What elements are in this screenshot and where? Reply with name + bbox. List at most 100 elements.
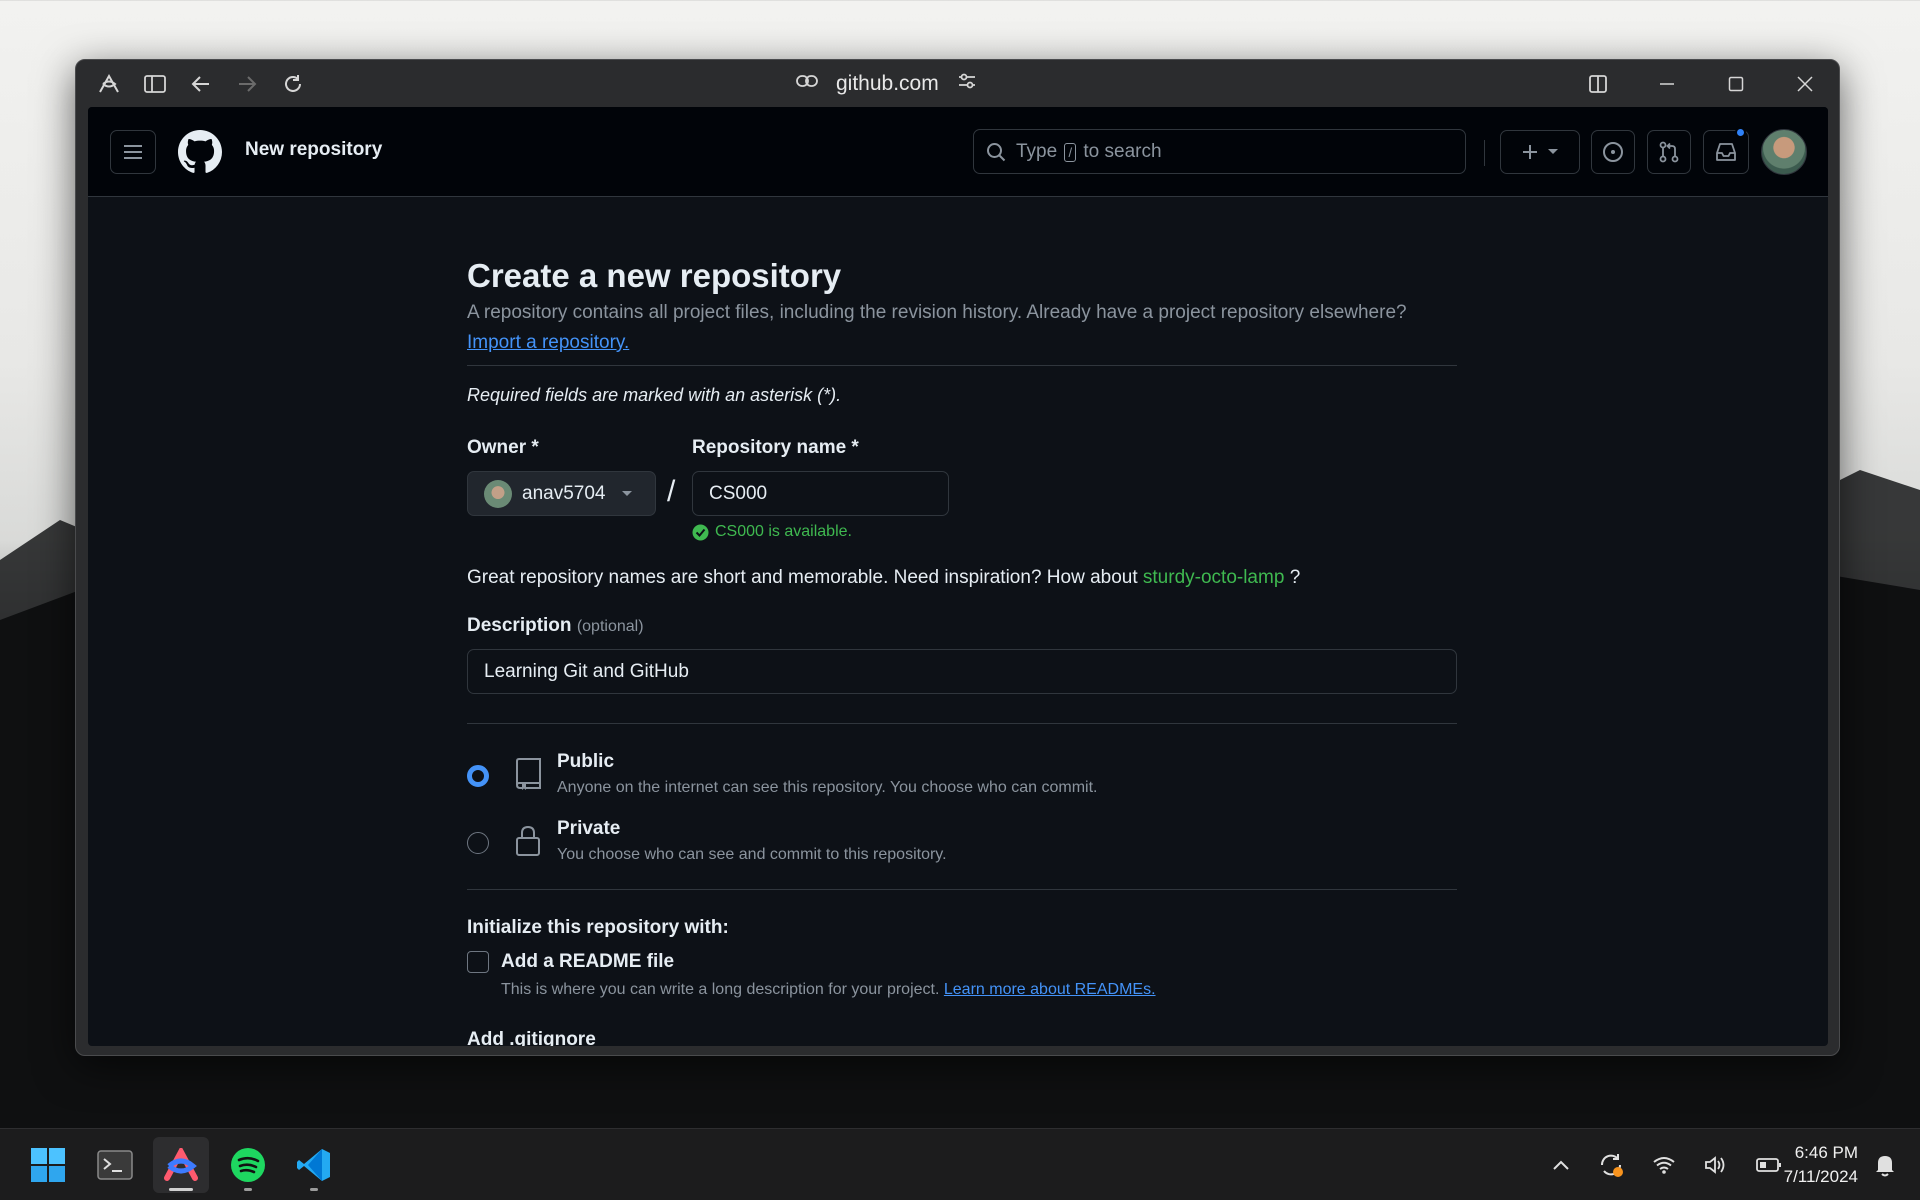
reload-icon[interactable] bbox=[270, 60, 316, 107]
page-context-label: New repository bbox=[245, 139, 383, 160]
name-inspiration: Great repository names are short and mem… bbox=[467, 567, 1300, 589]
learn-more-readmes-link[interactable]: Learn more about READMEs. bbox=[944, 981, 1156, 998]
availability-message: CS000 is available. bbox=[692, 523, 852, 541]
minimize-icon[interactable] bbox=[1632, 60, 1701, 107]
inbox-button[interactable] bbox=[1703, 127, 1749, 174]
close-icon[interactable] bbox=[1770, 60, 1839, 107]
optional-hint: (optional) bbox=[576, 618, 644, 635]
clock[interactable]: 6:46 PM 7/11/2024 bbox=[1784, 1141, 1858, 1189]
running-indicator bbox=[244, 1188, 252, 1191]
browser-window: github.com New repository Type / to sear… bbox=[75, 59, 1840, 1056]
start-button[interactable] bbox=[20, 1137, 76, 1193]
browser-titlebar: github.com bbox=[76, 60, 1839, 107]
page-title: Create a new repository bbox=[467, 257, 842, 294]
search-icon bbox=[987, 142, 1006, 161]
repository-name-input[interactable]: CS000 bbox=[692, 471, 949, 516]
taskbar-arc-browser[interactable] bbox=[153, 1137, 209, 1193]
caret-down-icon bbox=[622, 490, 633, 496]
arc-browser-icon bbox=[164, 1148, 198, 1181]
user-avatar[interactable] bbox=[1761, 129, 1807, 175]
divider bbox=[467, 889, 1457, 890]
github-header: New repository Type / to search bbox=[88, 107, 1828, 197]
running-indicator bbox=[310, 1188, 318, 1191]
chevron-down-icon bbox=[1548, 149, 1558, 154]
forward-icon[interactable] bbox=[224, 60, 270, 107]
maximize-icon[interactable] bbox=[1701, 60, 1770, 107]
notification-bell-icon[interactable] bbox=[1874, 1153, 1896, 1177]
page-viewport: New repository Type / to search Create a… bbox=[88, 107, 1828, 1046]
visibility-option-public[interactable]: Public Anyone on the internet can see th… bbox=[467, 751, 1457, 807]
search-placeholder-prefix: Type bbox=[1016, 140, 1058, 162]
hamburger-menu-icon[interactable] bbox=[110, 130, 156, 174]
issues-icon bbox=[1603, 142, 1623, 162]
description-input[interactable]: Learning Git and GitHub bbox=[467, 649, 1457, 694]
inbox-icon bbox=[1716, 143, 1736, 161]
check-circle-icon bbox=[692, 524, 709, 540]
description-label: Description (optional) bbox=[467, 615, 644, 637]
inspiration-suffix: ? bbox=[1289, 567, 1301, 588]
divider bbox=[467, 723, 1457, 724]
split-view-icon[interactable] bbox=[1563, 60, 1632, 107]
taskbar: 6:46 PM 7/11/2024 bbox=[0, 1128, 1920, 1200]
owner-repo-separator: / bbox=[667, 475, 676, 508]
chevron-up-icon[interactable] bbox=[1552, 1159, 1570, 1171]
sidebar-toggle-icon[interactable] bbox=[132, 60, 178, 107]
link-icon[interactable] bbox=[796, 74, 818, 93]
description-label-text: Description bbox=[467, 615, 572, 636]
taskbar-vscode[interactable] bbox=[286, 1137, 342, 1193]
availability-text: CS000 is available. bbox=[715, 523, 852, 540]
search-shortcut-key: / bbox=[1064, 142, 1077, 162]
taskbar-terminal[interactable] bbox=[87, 1137, 143, 1193]
spotify-icon bbox=[231, 1148, 265, 1182]
owner-label: Owner * bbox=[467, 437, 539, 458]
clock-time: 6:46 PM bbox=[1794, 1143, 1858, 1162]
github-logo-icon[interactable] bbox=[178, 130, 222, 174]
windows-logo-icon bbox=[31, 1148, 65, 1182]
repository-name-label: Repository name * bbox=[692, 437, 859, 458]
owner-value: anav5704 bbox=[522, 482, 606, 504]
readme-description-text: This is where you can write a long descr… bbox=[501, 981, 940, 998]
address-bar-url[interactable]: github.com bbox=[836, 72, 939, 96]
issues-button[interactable] bbox=[1591, 130, 1635, 174]
search-placeholder-suffix: to search bbox=[1083, 140, 1162, 162]
terminal-icon bbox=[97, 1150, 133, 1180]
volume-icon[interactable] bbox=[1704, 1155, 1728, 1175]
required-fields-note: Required fields are marked with an aster… bbox=[467, 385, 842, 405]
arc-menu-icon[interactable] bbox=[86, 60, 132, 107]
pull-requests-button[interactable] bbox=[1647, 130, 1691, 174]
site-controls-icon[interactable] bbox=[957, 71, 977, 96]
page-subtitle: A repository contains all project files,… bbox=[467, 302, 1407, 323]
active-indicator bbox=[169, 1188, 193, 1191]
taskbar-spotify[interactable] bbox=[220, 1137, 276, 1193]
private-description: You choose who can see and commit to thi… bbox=[557, 846, 947, 863]
pull-request-icon bbox=[1659, 141, 1679, 163]
public-title: Public bbox=[557, 751, 615, 772]
divider bbox=[467, 365, 1457, 366]
initialize-label: Initialize this repository with: bbox=[467, 917, 729, 938]
clock-date: 7/11/2024 bbox=[1783, 1167, 1858, 1186]
battery-icon[interactable] bbox=[1756, 1157, 1782, 1173]
owner-dropdown[interactable]: anav5704 bbox=[467, 471, 656, 516]
system-tray bbox=[1552, 1129, 1782, 1200]
sync-icon[interactable] bbox=[1598, 1152, 1624, 1178]
private-radio[interactable] bbox=[467, 832, 489, 854]
visibility-option-private[interactable]: Private You choose who can see and commi… bbox=[467, 818, 1457, 874]
public-description: Anyone on the internet can see this repo… bbox=[557, 779, 1098, 796]
repo-icon bbox=[516, 758, 541, 790]
search-input[interactable]: Type / to search bbox=[973, 129, 1466, 174]
import-repository-link[interactable]: Import a repository. bbox=[467, 332, 629, 354]
plus-icon bbox=[1523, 145, 1537, 159]
wifi-icon[interactable] bbox=[1652, 1155, 1676, 1175]
readme-description: This is where you can write a long descr… bbox=[501, 981, 1156, 999]
private-title: Private bbox=[557, 818, 621, 839]
owner-avatar bbox=[484, 479, 512, 508]
readme-label[interactable]: Add a README file bbox=[501, 951, 674, 973]
inspiration-text: Great repository names are short and mem… bbox=[467, 567, 1138, 588]
public-radio[interactable] bbox=[467, 765, 489, 787]
gitignore-label: Add .gitignore bbox=[467, 1029, 596, 1046]
create-new-button[interactable] bbox=[1500, 130, 1580, 174]
readme-checkbox[interactable] bbox=[467, 951, 489, 973]
suggested-name-link[interactable]: sturdy-octo-lamp bbox=[1143, 567, 1285, 588]
lock-icon bbox=[516, 825, 540, 856]
back-icon[interactable] bbox=[178, 60, 224, 107]
